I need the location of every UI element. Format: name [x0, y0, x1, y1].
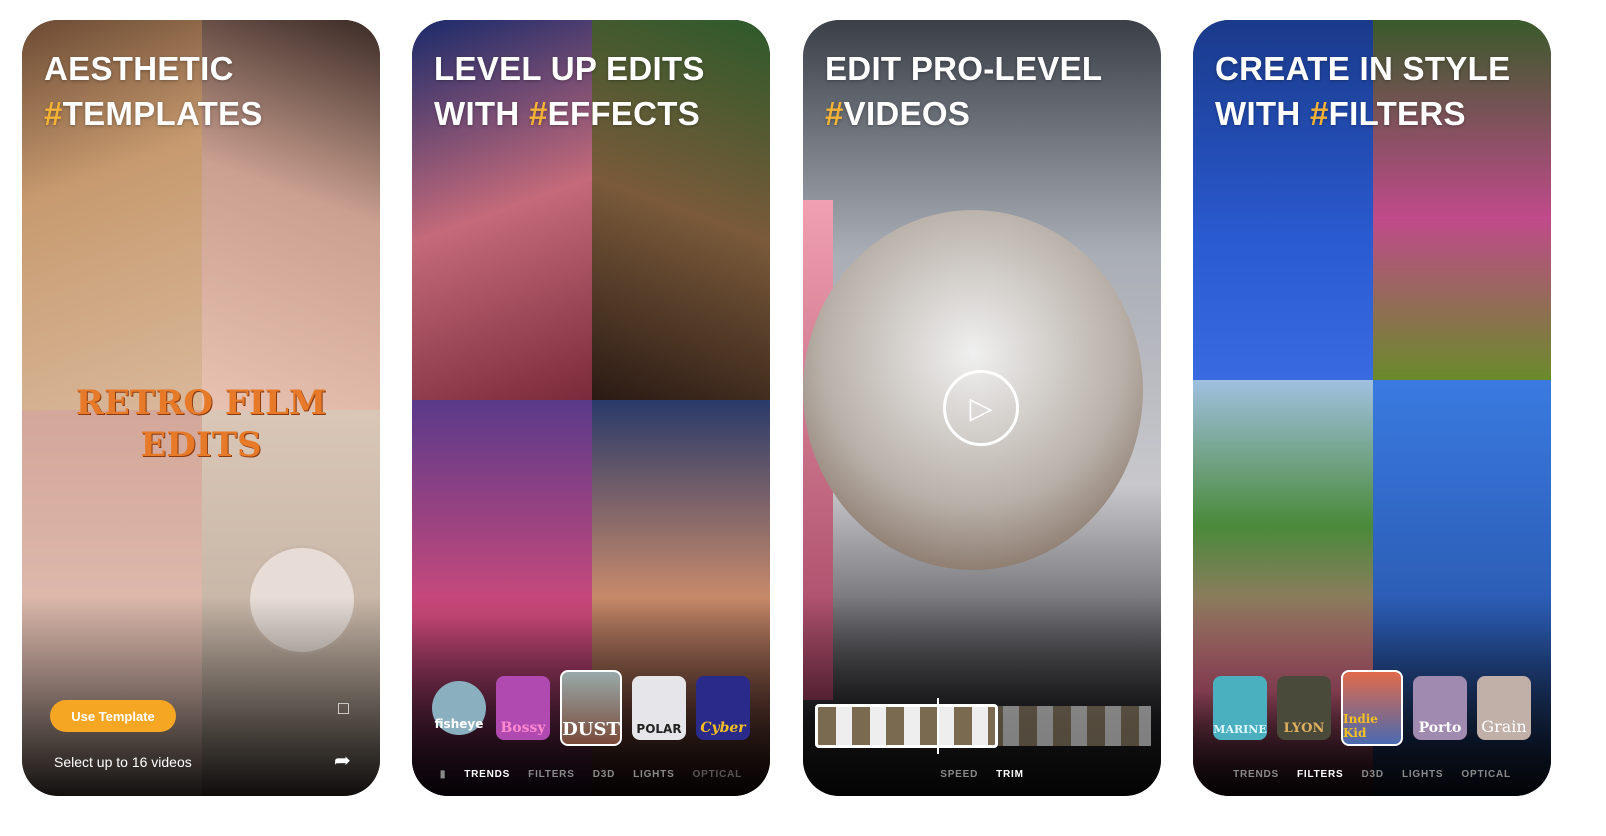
- effect-bossy[interactable]: Bossy: [496, 676, 550, 740]
- bookmark-icon[interactable]: ▮: [440, 769, 446, 780]
- effect-thumbnails: fisheye Bossy DUST POLAR Cyber: [432, 670, 750, 746]
- tab-trends[interactable]: TRENDS: [1233, 769, 1279, 780]
- playhead[interactable]: [937, 698, 939, 754]
- card-filters: CREATE IN STYLE WITH #FILTERS MARINE LYON…: [1193, 20, 1551, 796]
- headline: EDIT PRO-LEVEL #VIDEOS: [825, 50, 1103, 132]
- edit-tabs: SPEED TRIM: [803, 769, 1161, 780]
- effect-fisheye[interactable]: fisheye: [432, 681, 486, 735]
- card-videos: EDIT PRO-LEVEL #VIDEOS ▷ SPEED TRIM: [803, 20, 1161, 796]
- tab-filters[interactable]: FILTERS: [528, 769, 575, 780]
- effect-polar[interactable]: POLAR: [632, 676, 686, 740]
- filter-marine[interactable]: MARINE: [1213, 676, 1267, 740]
- tab-filters[interactable]: FILTERS: [1297, 769, 1344, 780]
- category-tabs: TRENDS FILTERS D3D LIGHTS OPTICAL: [1193, 769, 1551, 780]
- filter-indie-kid[interactable]: Indie Kid: [1341, 670, 1403, 746]
- headline: AESTHETIC #TEMPLATES: [44, 50, 263, 132]
- overlay-title: RETRO FILM EDITS: [75, 383, 327, 465]
- tab-lights[interactable]: LIGHTS: [633, 769, 674, 780]
- filter-lyon[interactable]: LYON: [1277, 676, 1331, 740]
- effect-dust[interactable]: DUST: [560, 670, 622, 746]
- use-template-button[interactable]: Use Template: [50, 700, 176, 732]
- tab-d3d[interactable]: D3D: [1362, 769, 1384, 780]
- tab-optical[interactable]: OPTICAL: [693, 769, 743, 780]
- card-templates: AESTHETIC #TEMPLATES RETRO FILM EDITS Use …: [22, 20, 380, 796]
- bookmark-icon[interactable]: □: [338, 698, 349, 719]
- card-effects: LEVEL UP EDITS WITH #EFFECTS fisheye Boss…: [412, 20, 770, 796]
- share-icon[interactable]: ➦: [334, 748, 351, 773]
- play-icon[interactable]: ▷: [943, 370, 1019, 446]
- tab-trends[interactable]: TRENDS: [464, 769, 510, 780]
- filter-grain[interactable]: Grain: [1477, 676, 1531, 740]
- trim-selection[interactable]: [815, 704, 998, 748]
- tab-trim[interactable]: TRIM: [996, 769, 1024, 780]
- tab-speed[interactable]: SPEED: [940, 769, 978, 780]
- filter-thumbnails: MARINE LYON Indie Kid Porto Grain: [1213, 670, 1531, 746]
- effect-cyber[interactable]: Cyber: [696, 676, 750, 740]
- category-tabs: ▮ TRENDS FILTERS D3D LIGHTS OPTICAL: [412, 769, 770, 780]
- headline: CREATE IN STYLE WITH #FILTERS: [1215, 50, 1511, 132]
- filter-porto[interactable]: Porto: [1413, 676, 1467, 740]
- footer-text: Select up to 16 videos: [54, 754, 192, 770]
- tab-optical[interactable]: OPTICAL: [1461, 769, 1511, 780]
- tab-d3d[interactable]: D3D: [593, 769, 615, 780]
- headline: LEVEL UP EDITS WITH #EFFECTS: [434, 50, 705, 132]
- tab-lights[interactable]: LIGHTS: [1402, 769, 1443, 780]
